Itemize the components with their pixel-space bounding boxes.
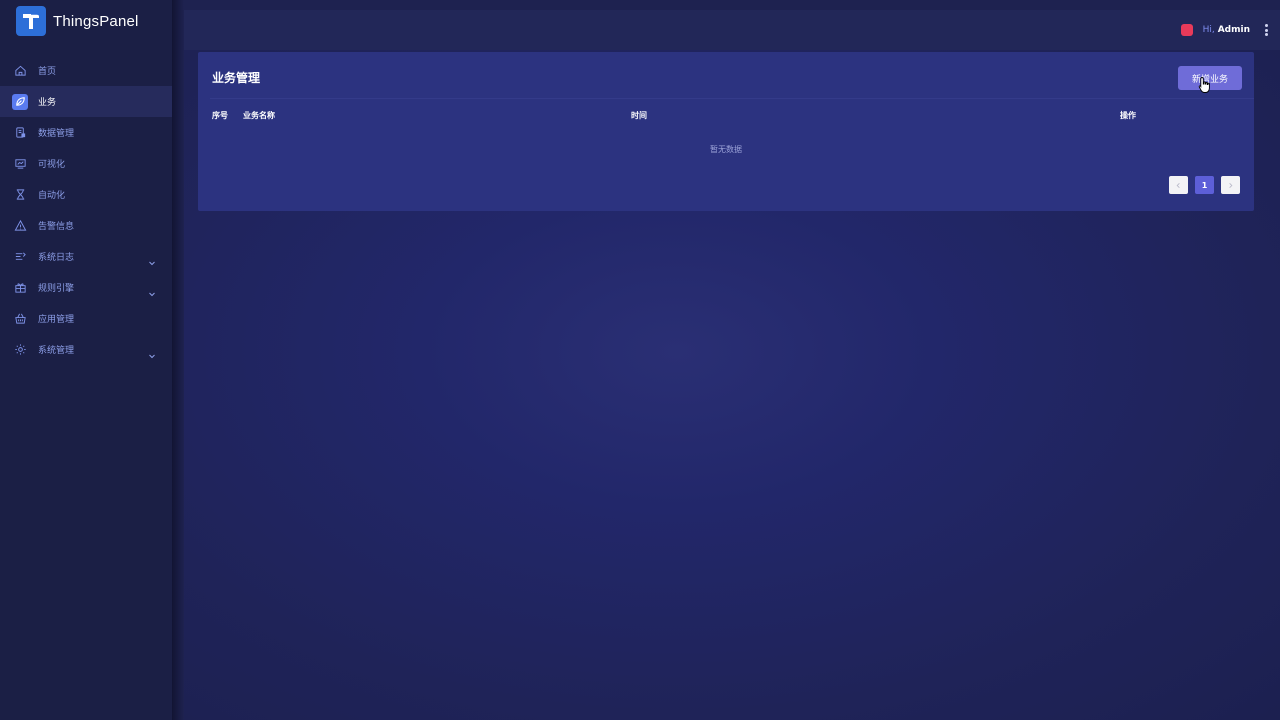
sidebar-item-label: 可视化 [38,160,66,170]
sidebar-item-alerts[interactable]: 告警信息 [0,210,172,241]
log-icon [12,249,28,265]
username[interactable]: Admin [1218,25,1250,35]
app-name: ThingsPanel [53,12,139,30]
sidebar-item-data-management[interactable]: 数据管理 [0,117,172,148]
sidebar-item-label: 应用管理 [38,315,75,325]
chevron-left-icon [1176,182,1180,188]
hourglass-icon [12,187,28,203]
home-icon [12,63,28,79]
table-header: 序号 业务名称 时间 操作 [212,110,1254,124]
pagination: 1 [1162,176,1240,194]
column-header-actions: 操作 [1120,111,1136,120]
page-title: 业务管理 [212,71,261,85]
warning-icon [12,218,28,234]
sidebar-item-system-management[interactable]: 系统管理 [0,334,172,365]
sidebar-item-label: 自动化 [38,191,66,201]
sidebar-item-label: 首页 [38,67,57,77]
sidebar-shadow [172,0,184,720]
avatar[interactable] [1180,24,1193,36]
chevron-down-icon[interactable] [148,283,156,297]
sidebar-item-label: 数据管理 [38,129,75,139]
top-header: Hi, Admin [184,10,1280,50]
sidebar-item-label: 业务 [38,98,57,108]
sidebar-item-business[interactable]: 业务 [0,86,172,117]
prev-page-button[interactable] [1169,176,1188,194]
hand-cursor-icon [1198,77,1210,93]
business-management-card: 业务管理 新增业务 序号 业务名称 时间 操作 暂无数据 1 [198,52,1254,211]
sidebar-item-label: 系统日志 [38,253,75,263]
more-vertical-icon[interactable] [1264,24,1268,36]
sidebar-item-label: 规则引擎 [38,284,75,294]
leaf-icon [12,93,28,110]
chevron-right-icon [1229,182,1233,188]
column-header-index: 序号 [212,111,228,120]
sidebar: ThingsPanel 首页 业务 数据管理 可视化 自动化 告警信息 系统日志… [0,0,172,720]
divider [210,98,1254,99]
user-menu[interactable]: Hi, Admin [1180,10,1268,50]
sidebar-item-automation[interactable]: 自动化 [0,179,172,210]
gear-icon [12,342,28,358]
thingspanel-logo-icon [16,6,46,36]
next-page-button[interactable] [1221,176,1240,194]
chevron-down-icon[interactable] [148,252,156,266]
sidebar-item-label: 系统管理 [38,346,75,356]
empty-state-text: 暂无数据 [710,145,742,154]
sidebar-item-visualization[interactable]: 可视化 [0,148,172,179]
chevron-down-icon[interactable] [148,345,156,359]
data-icon [12,125,28,141]
gift-icon [12,280,28,296]
sidebar-item-label: 告警信息 [38,222,75,232]
sidebar-item-system-log[interactable]: 系统日志 [0,241,172,272]
sidebar-item-app-management[interactable]: 应用管理 [0,303,172,334]
greeting-text: Hi, [1202,25,1215,35]
basket-icon [12,311,28,327]
column-header-time: 时间 [631,111,647,120]
sidebar-item-rule-engine[interactable]: 规则引擎 [0,272,172,303]
sidebar-item-home[interactable]: 首页 [0,55,172,86]
column-header-name: 业务名称 [243,111,275,120]
page-number-button[interactable]: 1 [1195,176,1214,194]
monitor-icon [12,156,28,172]
logo[interactable]: ThingsPanel [16,6,139,36]
sidebar-menu: 首页 业务 数据管理 可视化 自动化 告警信息 系统日志 规则引擎 应用管理 系… [0,55,172,365]
